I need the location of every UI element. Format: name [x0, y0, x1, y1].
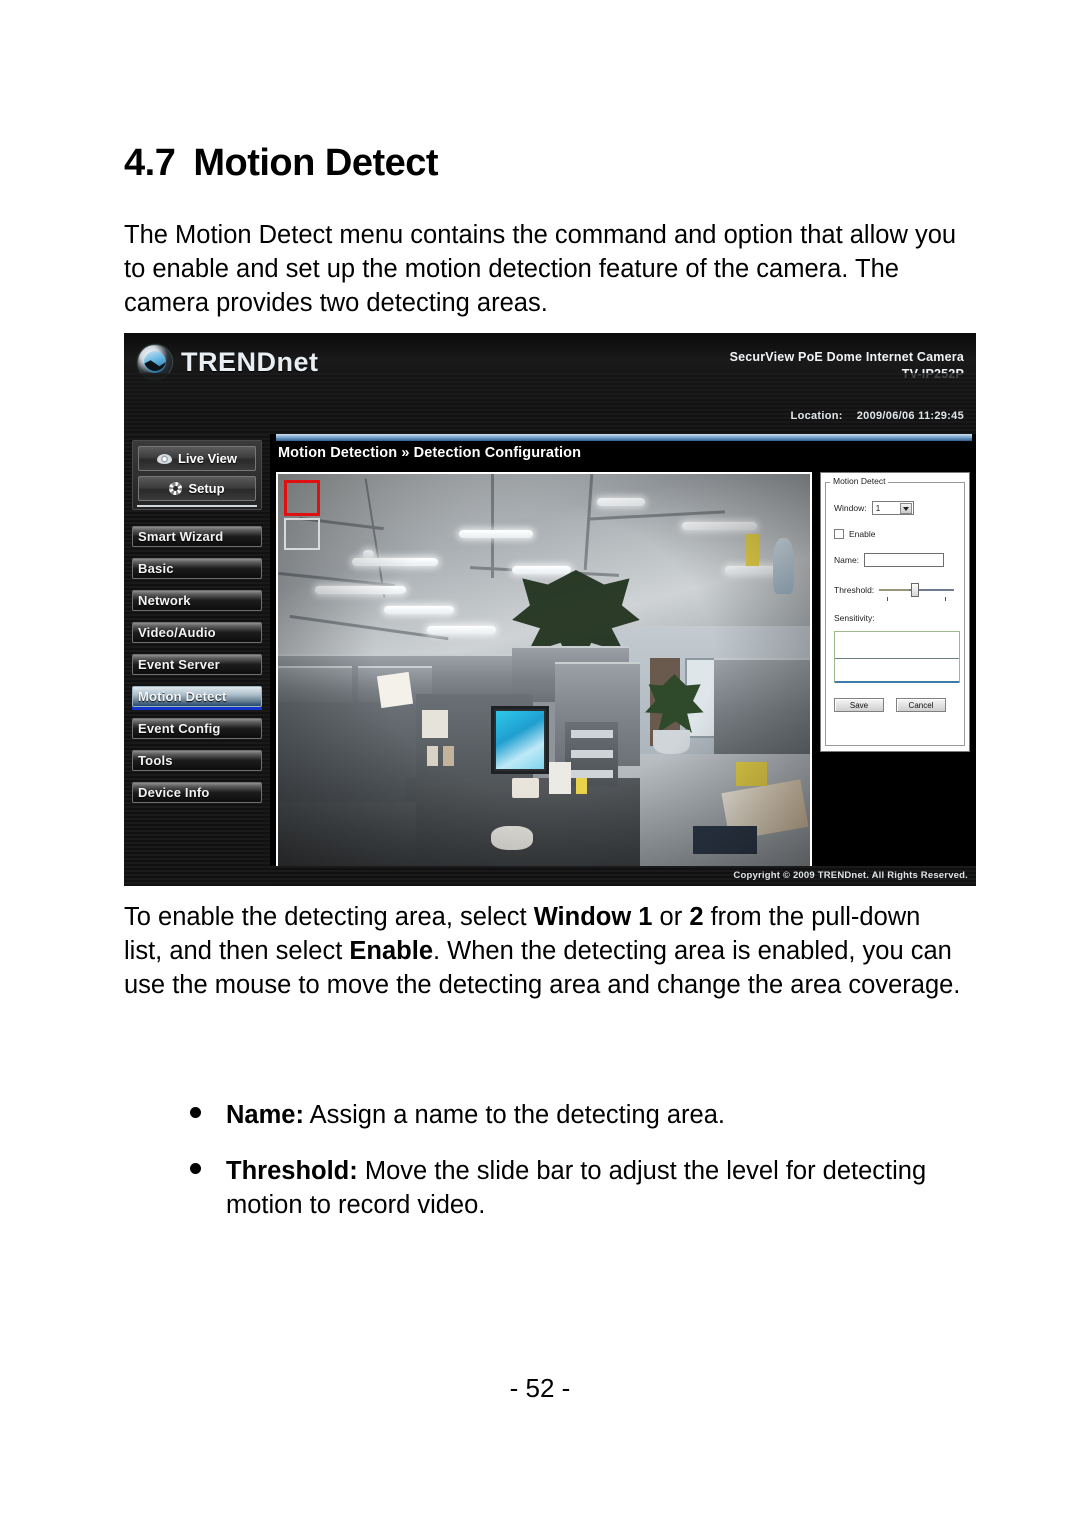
breadcrumb: Motion Detection » Detection Configurati…: [278, 445, 582, 461]
sidebar-item-label: Motion Detect: [138, 689, 227, 704]
section-number: 4.7: [124, 142, 176, 184]
location-readout: Location: 2009/06/06 11:29:45: [791, 410, 964, 422]
vignette: [278, 474, 810, 874]
camera-web-ui-screenshot: TRENDnet SecurView PoE Dome Internet Cam…: [124, 333, 976, 886]
window-row: Window: 1: [834, 501, 914, 515]
window-label: Window:: [834, 503, 867, 513]
product-name: SecurView PoE Dome Internet Camera: [729, 350, 964, 364]
enable-label: Enable: [849, 529, 876, 539]
bullet-term: Name:: [226, 1101, 304, 1129]
trendnet-globe-icon: [138, 345, 172, 379]
sidebar-item-event-config[interactable]: Event Config: [132, 718, 262, 739]
brand-name-upper: TRENDn: [181, 346, 294, 377]
body-part-2: or: [652, 903, 690, 931]
slider-ticks: [879, 597, 954, 601]
camera-ui-header: TRENDnet SecurView PoE Dome Internet Cam…: [124, 333, 976, 401]
brand-logo: TRENDnet: [138, 345, 319, 379]
video-scene-office: [278, 474, 810, 874]
fieldset-legend: Motion Detect: [830, 476, 889, 486]
bullet-text: Assign a name to the detecting area.: [303, 1101, 725, 1129]
location-value: 2009/06/06 11:29:45: [856, 410, 964, 422]
page-title: 4.7 Motion Detect: [124, 142, 439, 185]
body-bold-window1: Window 1: [533, 903, 653, 931]
location-label: Location:: [790, 410, 843, 422]
enable-row: Enable: [834, 529, 875, 539]
body-part-1: To enable the detecting area, select: [124, 903, 534, 931]
sidebar-item-motion-detect[interactable]: Motion Detect: [132, 686, 262, 710]
sidebar-item-event-server[interactable]: Event Server: [132, 654, 262, 675]
sensitivity-row: Sensitivity:: [834, 613, 875, 623]
body-paragraph: To enable the detecting area, select Win…: [124, 900, 964, 1002]
sidebar-item-label: Network: [138, 593, 191, 608]
product-model-block: SecurView PoE Dome Internet Camera TV-IP…: [730, 349, 964, 383]
section-title: Motion Detect: [193, 142, 439, 184]
slider-thumb[interactable]: [911, 583, 920, 597]
name-input[interactable]: [864, 553, 945, 567]
motion-detect-fieldset: Motion Detect Window: 1 Enable Name: Thr…: [825, 476, 965, 746]
bullet-term: Threshold:: [226, 1157, 358, 1185]
sidebar-mode-group: Live View Setup: [132, 440, 262, 510]
threshold-row: Threshold:: [834, 583, 955, 601]
sidebar-menu: Smart Wizard Basic Network Video/Audio E…: [132, 526, 262, 814]
sidebar-item-label: Tools: [138, 753, 173, 768]
gear-icon: [169, 482, 183, 495]
copyright-text: Copyright © 2009 TRENDnet. All Rights Re…: [733, 870, 968, 881]
sidebar-item-smart-wizard[interactable]: Smart Wizard: [132, 526, 262, 547]
eye-icon: [156, 453, 172, 464]
content-top-rule: [276, 434, 972, 441]
location-bar: Location: 2009/06/06 11:29:45: [124, 401, 976, 434]
sidebar-item-network[interactable]: Network: [132, 590, 262, 611]
sidebar-item-label: Video/Audio: [138, 625, 216, 640]
bullet-dot-icon: [190, 1107, 201, 1118]
motion-detect-settings-panel: Motion Detect Window: 1 Enable Name: Thr…: [820, 472, 970, 752]
brand-name: TRENDnet: [181, 347, 319, 378]
detection-window-1[interactable]: [284, 480, 320, 516]
list-item: Name: Assign a name to the detecting are…: [182, 1098, 982, 1132]
window-select-value: 1: [875, 503, 881, 513]
sidebar-item-label: Basic: [138, 561, 174, 576]
threshold-label: Threshold:: [834, 585, 875, 595]
cancel-button[interactable]: Cancel: [896, 698, 946, 712]
live-view-button[interactable]: Live View: [138, 446, 256, 471]
body-bold-2: 2: [689, 903, 704, 931]
sidebar: Live View Setup Smart Wizard Basic Netwo…: [124, 434, 270, 886]
sidebar-item-label: Event Server: [138, 657, 220, 672]
enable-checkbox[interactable]: [834, 529, 844, 539]
sidebar-item-label: Device Info: [138, 785, 210, 800]
threshold-slider[interactable]: [879, 583, 955, 601]
brand-name-lower: et: [293, 346, 319, 377]
sidebar-item-label: Event Config: [138, 721, 221, 736]
sidebar-item-tools[interactable]: Tools: [132, 750, 262, 771]
camera-ui-footer: Copyright © 2009 TRENDnet. All Rights Re…: [270, 866, 976, 886]
body-bold-enable: Enable: [349, 937, 434, 965]
detection-window-2[interactable]: [284, 518, 320, 550]
manual-page: 4.7 Motion Detect The Motion Detect menu …: [0, 0, 1080, 1527]
sidebar-item-label: Smart Wizard: [138, 529, 224, 544]
window-select[interactable]: 1: [871, 501, 914, 515]
bullet-dot-icon: [190, 1163, 201, 1174]
bullet-list: Name: Assign a name to the detecting are…: [182, 1098, 982, 1244]
sidebar-item-device-info[interactable]: Device Info: [132, 782, 262, 803]
intro-paragraph: The Motion Detect menu contains the comm…: [124, 221, 957, 317]
content-area: Motion Detection » Detection Configurati…: [270, 434, 976, 886]
page-number: - 52 -: [509, 1373, 571, 1403]
sidebar-item-basic[interactable]: Basic: [132, 558, 262, 579]
list-item: Threshold: Move the slide bar to adjust …: [182, 1154, 982, 1222]
settings-buttons: Save Cancel: [834, 698, 946, 712]
sensitivity-graph[interactable]: [834, 631, 960, 683]
live-view-label: Live View: [177, 451, 237, 466]
name-label: Name:: [834, 555, 860, 565]
save-button[interactable]: Save: [834, 698, 884, 712]
sidebar-item-video-audio[interactable]: Video/Audio: [132, 622, 262, 643]
setup-label: Setup: [188, 481, 225, 496]
chevron-down-icon[interactable]: [899, 503, 912, 514]
setup-button[interactable]: Setup: [138, 476, 256, 501]
video-preview[interactable]: [276, 472, 812, 876]
product-model: TV-IP252P: [901, 367, 964, 381]
sensitivity-label: Sensitivity:: [834, 613, 875, 623]
name-row: Name:: [834, 553, 945, 567]
